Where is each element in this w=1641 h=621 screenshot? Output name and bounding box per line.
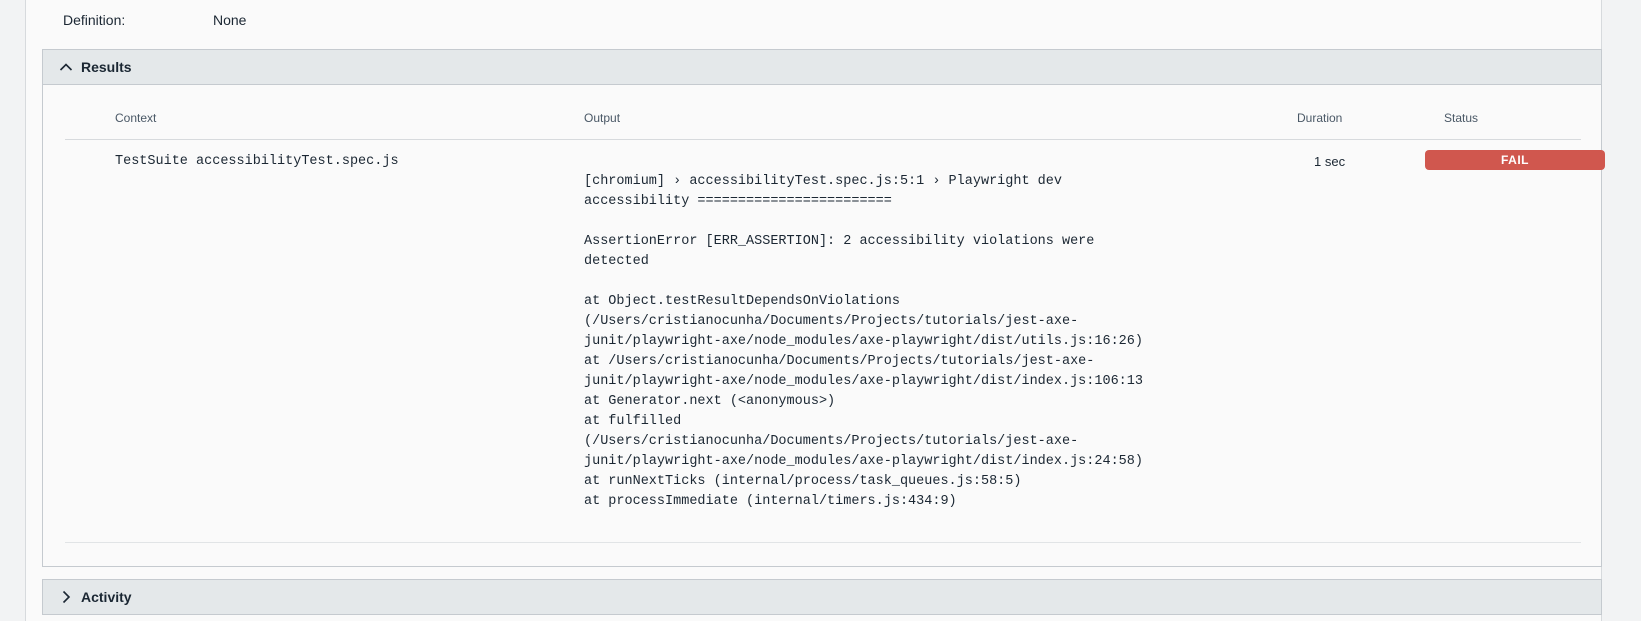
status-badge: FAIL <box>1425 150 1605 170</box>
chevron-up-icon <box>57 58 75 76</box>
chevron-right-icon <box>57 588 75 606</box>
column-header-output: Output <box>584 111 621 125</box>
column-header-status: Status <box>1444 111 1479 125</box>
results-panel: Results Context Output Duration Status T… <box>42 49 1605 567</box>
column-header-duration: Duration <box>1297 111 1343 125</box>
results-panel-header[interactable]: Results <box>43 50 1601 85</box>
results-panel-title: Results <box>81 59 132 75</box>
result-output: [chromium] › accessibilityTest.spec.js:5… <box>584 174 1143 509</box>
definition-row: Definition: None <box>63 10 246 30</box>
result-context: TestSuite accessibilityTest.spec.js <box>115 154 399 169</box>
results-table: Context Output Duration Status TestSuite… <box>65 98 1605 543</box>
results-table-header: Context Output Duration Status <box>65 98 1581 140</box>
result-duration: 1 sec <box>1314 154 1346 169</box>
activity-panel-header[interactable]: Activity <box>42 579 1602 615</box>
table-row: TestSuite accessibilityTest.spec.js [chr… <box>65 140 1605 543</box>
definition-value: None <box>213 12 247 28</box>
activity-panel-title: Activity <box>81 589 132 605</box>
page: Definition: None Results Context Output … <box>0 0 1641 621</box>
column-header-context: Context <box>115 111 157 125</box>
definition-label: Definition: <box>63 12 126 28</box>
